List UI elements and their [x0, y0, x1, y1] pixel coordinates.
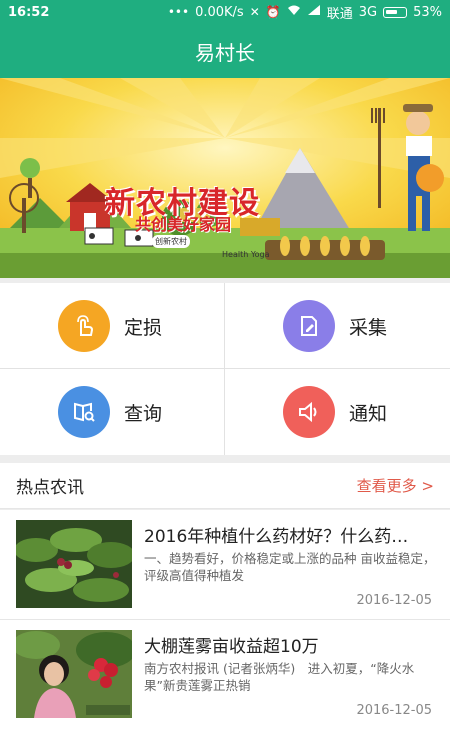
- grid-item-label: 采集: [349, 316, 388, 339]
- battery-level: 53%: [413, 4, 442, 20]
- news-thumbnail: [16, 630, 132, 718]
- news-summary: 南方农村报讯 (记者张炳华) 进入初夏，“降火水果”新贵莲雾正热销: [144, 661, 415, 693]
- status-bar: 16:52 ••• 0.00K/s ✕ ⏰ 联通 3G 53%: [0, 0, 450, 24]
- wifi-icon: [287, 5, 301, 19]
- status-time: 16:52: [8, 4, 50, 20]
- mute-icon: ✕: [249, 5, 260, 19]
- grid-item-label: 通知: [349, 402, 388, 425]
- signal-icon: [307, 5, 321, 19]
- book-search-icon: [58, 386, 110, 438]
- app-bar: 易村长: [0, 24, 450, 78]
- news-section-title: 热点农讯: [16, 478, 84, 498]
- banner-subline: 共创美好家园: [135, 215, 232, 234]
- view-more-link[interactable]: 查看更多 >: [357, 475, 434, 496]
- banner-logo: 创新农村: [152, 235, 190, 248]
- grid-item-label: 定损: [124, 316, 163, 339]
- grid-item-notice[interactable]: 通知: [225, 369, 450, 455]
- app-title: 易村长: [195, 40, 255, 65]
- news-summary: 一、趋势看好，价格稳定或上涨的品种 亩收益稳定，评级高值得种植发: [144, 551, 436, 583]
- bottom-navigation-edge: [0, 728, 450, 750]
- status-right: ••• 0.00K/s ✕ ⏰ 联通 3G 53%: [168, 3, 442, 22]
- grid-item-collect[interactable]: 采集: [225, 283, 450, 369]
- edit-document-icon: [283, 300, 335, 352]
- function-grid: 定损 采集 查询 通知: [0, 283, 450, 455]
- more-dots-icon: •••: [167, 5, 190, 19]
- touch-hand-icon: [58, 300, 110, 352]
- net-speed: 0.00K/s: [195, 4, 244, 20]
- news-date: 2016-12-05: [356, 593, 432, 608]
- alarm-icon: ⏰: [265, 5, 281, 19]
- news-title: 2016年种植什么药材好？什么药…: [144, 527, 409, 547]
- network-type: 3G: [358, 4, 378, 20]
- news-list-item[interactable]: 2016年种植什么药材好？什么药… 一、趋势看好，价格稳定或上涨的品种 亩收益稳…: [0, 510, 450, 620]
- grid-item-damage-assessment[interactable]: 定损: [0, 283, 225, 369]
- speaker-icon: [283, 386, 335, 438]
- news-section-header: 热点农讯 查看更多 >: [0, 463, 450, 509]
- grid-item-label: 查询: [124, 402, 163, 425]
- news-title: 大棚莲雾亩收益超10万: [144, 637, 319, 657]
- banner-carousel[interactable]: 新农村建设 共创美好家园 创新农村 Health Yoga: [0, 78, 450, 278]
- news-thumbnail: [16, 520, 132, 608]
- news-list-item[interactable]: 大棚莲雾亩收益超10万 南方农村报讯 (记者张炳华) 进入初夏，“降火水果”新贵…: [0, 620, 450, 730]
- news-date: 2016-12-05: [356, 703, 432, 718]
- battery-icon: [383, 6, 408, 18]
- grid-item-query[interactable]: 查询: [0, 369, 225, 455]
- carrier: 联通: [326, 6, 353, 22]
- banner-brand: Health Yoga: [222, 250, 270, 259]
